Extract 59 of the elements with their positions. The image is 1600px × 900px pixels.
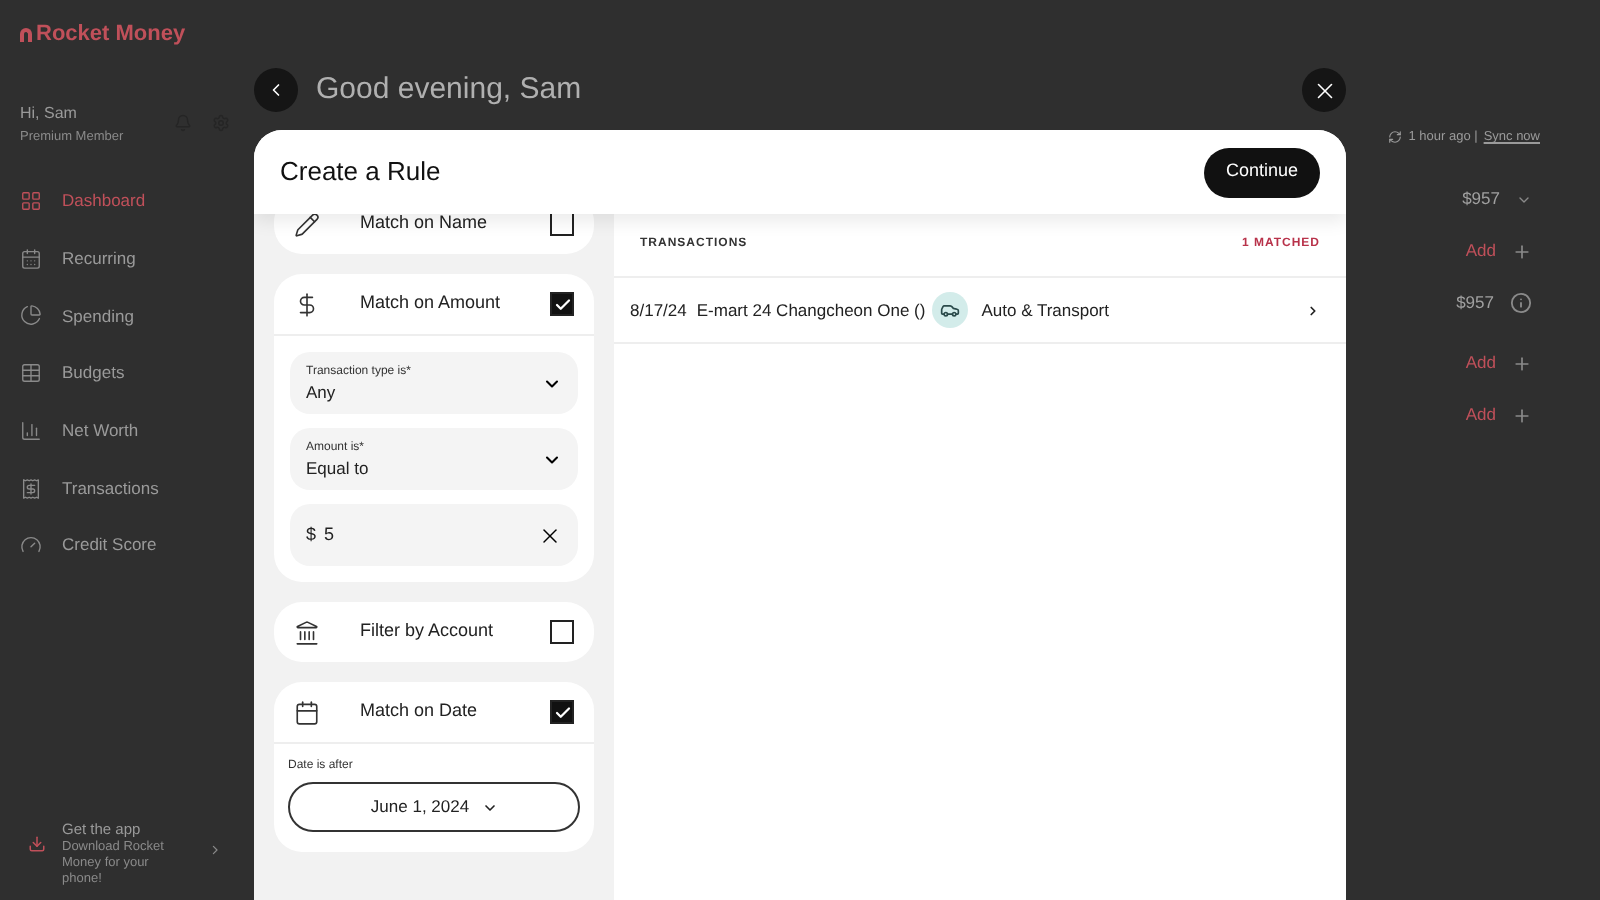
chevron-down-icon bbox=[481, 799, 498, 815]
page-title: Good evening, Sam bbox=[316, 69, 582, 110]
sync-icon bbox=[1388, 130, 1403, 145]
chevron-right-icon bbox=[207, 841, 222, 858]
nav-icon bbox=[20, 534, 42, 557]
calendar-icon bbox=[294, 699, 320, 725]
transaction-date: 8/17/24 bbox=[630, 297, 687, 323]
add-link[interactable]: Add bbox=[1465, 350, 1496, 377]
category-label: Auto & Transport bbox=[981, 297, 1112, 323]
close-button[interactable] bbox=[1302, 68, 1346, 112]
transaction-row[interactable]: 8/17/24 E-mart 24 Changcheon One () Auto & Transport bbox=[614, 278, 1346, 344]
user-greeting: Hi, Sam bbox=[20, 101, 79, 125]
logo-mark-icon bbox=[20, 27, 32, 42]
nav-item[interactable]: Transactions bbox=[20, 459, 230, 517]
brand-logo[interactable]: Rocket Money bbox=[36, 18, 186, 51]
nav-item[interactable]: Net Worth bbox=[20, 402, 230, 460]
chevron-right-icon bbox=[1306, 303, 1320, 317]
amount-text: $957 bbox=[1462, 186, 1500, 213]
input-value: 5 bbox=[324, 521, 337, 548]
rule-label: Match on Name bbox=[360, 214, 490, 237]
add-link[interactable]: Add bbox=[1465, 402, 1496, 429]
merchant-name: E-mart 24 Changcheon One () bbox=[696, 297, 926, 323]
nav-icon bbox=[20, 362, 42, 385]
nav-icon bbox=[20, 190, 42, 213]
nav-item[interactable]: Credit Score bbox=[20, 516, 230, 575]
checkbox[interactable] bbox=[550, 214, 574, 236]
amount-text: $957 bbox=[1456, 290, 1494, 317]
amount-input[interactable]: $ 5 bbox=[290, 504, 578, 566]
info-icon[interactable] bbox=[1510, 292, 1532, 315]
dialog-title: Create a Rule bbox=[280, 154, 443, 191]
nav-icon bbox=[20, 419, 42, 442]
nav-icon bbox=[20, 477, 42, 500]
field-value: Equal to bbox=[306, 459, 371, 477]
nav-icon bbox=[20, 247, 42, 270]
car-icon bbox=[931, 292, 968, 328]
pencil-icon bbox=[294, 214, 320, 237]
dollar-icon bbox=[294, 291, 320, 317]
nav-item[interactable]: Budgets bbox=[20, 344, 230, 402]
rule-label: Filter by Account bbox=[360, 618, 496, 645]
rule-label: Match on Amount bbox=[360, 290, 503, 317]
nav-item[interactable]: Dashboard bbox=[20, 172, 230, 230]
plus-icon[interactable] bbox=[1512, 353, 1532, 374]
download-icon bbox=[28, 833, 46, 854]
currency-prefix: $ bbox=[306, 521, 317, 548]
nav-item[interactable]: Recurring bbox=[20, 229, 230, 288]
plus-icon[interactable] bbox=[1512, 241, 1532, 262]
nav-icon bbox=[20, 304, 42, 327]
rule-label: Match on Date bbox=[360, 698, 480, 725]
plus-icon[interactable] bbox=[1512, 405, 1532, 426]
field-value: Any bbox=[306, 383, 338, 401]
add-link[interactable]: Add bbox=[1465, 238, 1496, 265]
nav-item[interactable]: Spending bbox=[20, 287, 230, 345]
continue-button[interactable]: Continue bbox=[1203, 147, 1320, 197]
date-picker-button[interactable]: June 1, 2024 bbox=[288, 782, 580, 832]
checkbox[interactable] bbox=[550, 292, 574, 316]
checkbox[interactable] bbox=[550, 620, 574, 644]
checkbox[interactable] bbox=[550, 700, 574, 724]
clear-icon[interactable] bbox=[538, 523, 562, 547]
bank-icon bbox=[294, 619, 320, 645]
